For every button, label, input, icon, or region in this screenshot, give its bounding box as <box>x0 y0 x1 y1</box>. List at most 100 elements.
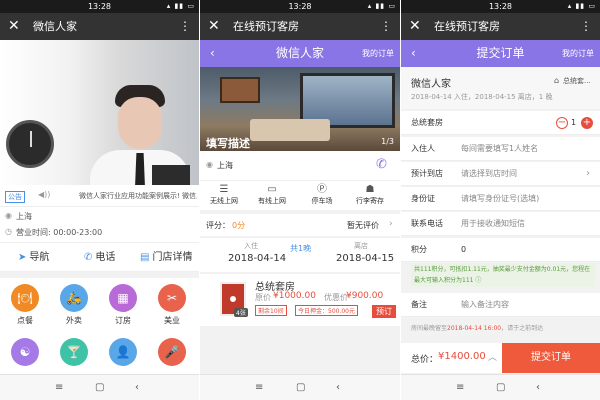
more-icon[interactable]: ⋮ <box>380 13 392 40</box>
phone-button[interactable]: ✆ 电话 <box>84 243 115 273</box>
nights-count: 共1晚 <box>290 244 312 253</box>
phone-label: 联系电话 <box>411 219 443 228</box>
keep-note-suffix: ，请于之前到达 <box>501 325 544 332</box>
orig-price-label: 原价 <box>255 293 271 302</box>
status-bar: 13:28 ▴ ▮▮ ▭ <box>200 0 400 13</box>
location-icon: ◉ <box>206 160 213 169</box>
store-icon: ▤ <box>140 252 150 263</box>
navigate-button[interactable]: ➤ 导航 <box>18 243 49 273</box>
my-orders-link[interactable]: 我的订单 <box>562 40 594 67</box>
arrival-time-field[interactable]: 预计到店 请选择到店时间 › <box>401 162 600 186</box>
photo-count: 4张 <box>234 308 248 317</box>
grid-item-yoga[interactable]: ☯ <box>1 338 49 369</box>
arrival-placeholder: 请选择到店时间 <box>461 169 517 178</box>
microphone-icon: 🎤 <box>158 338 186 366</box>
back-icon[interactable]: ‹ <box>411 40 416 67</box>
phone-room-detail: 13:28 ▴ ▮▮ ▭ ✕ 在线预订客房 ⋮ 微信人家 ‹ 我的订单 填写描述… <box>200 0 400 400</box>
grid-item-takeout[interactable]: 🛵 外卖 <box>50 284 98 326</box>
menu-nav-icon[interactable]: ≡ <box>55 375 63 400</box>
status-bar: 13:28 ▴ ▮▮ ▭ <box>401 0 600 13</box>
orig-price: ¥1000.00 <box>273 291 316 301</box>
parking-icon: Ⓟ <box>317 184 327 195</box>
amenity-label: 停车场 <box>311 197 333 205</box>
my-orders-link[interactable]: 我的订单 <box>362 40 394 67</box>
deposit-tag: 今日押金：500.00元 <box>295 305 358 316</box>
location-row[interactable]: ◉ 上海 ✆ <box>200 151 400 180</box>
back-icon[interactable]: ‹ <box>210 40 215 67</box>
checkin-date[interactable]: 2018-04-14 <box>228 253 286 264</box>
amenity-wifi: ☰ 无线上网 <box>204 184 244 206</box>
grid-item-ktv[interactable]: 🎤 <box>148 338 196 369</box>
book-button[interactable]: 预订 <box>372 305 396 318</box>
wifi-icon: ☰ <box>219 184 229 195</box>
back-nav-icon[interactable]: ‹ <box>536 375 540 400</box>
more-icon[interactable]: ⋮ <box>580 13 592 40</box>
clock-image <box>6 120 54 168</box>
grid-item-beauty[interactable]: ✂ 美业 <box>148 284 196 326</box>
chevron-up-icon[interactable]: ︿ <box>488 350 497 363</box>
rating-value: 0分 <box>232 221 246 230</box>
id-card-field[interactable]: 身份证 请填写身份证号(选填) <box>401 187 600 211</box>
stay-info: 2018-04-14 入住，2018-04-15 离店，1 晚 <box>411 93 553 101</box>
grid-item-member[interactable]: 👤 <box>99 338 147 369</box>
rating-row[interactable]: 评分： 0分 暂无评价 › <box>200 214 400 236</box>
close-icon[interactable]: ✕ <box>8 13 20 40</box>
banner-image[interactable] <box>0 40 199 226</box>
store-hours: 营业时间: 00:00-23:00 <box>16 228 103 237</box>
plus-button[interactable]: + <box>581 117 593 129</box>
submit-order-button[interactable]: 提交订单 <box>502 343 600 373</box>
id-label: 身份证 <box>411 194 435 203</box>
signal-battery-icon: ▴ ▮▮ ▭ <box>367 2 396 10</box>
home-nav-icon[interactable]: ▢ <box>296 375 305 400</box>
grid-item-bar[interactable]: 🍸 <box>50 338 98 369</box>
close-icon[interactable]: ✕ <box>208 13 220 40</box>
phone-field[interactable]: 联系电话 用于接收通知短信 <box>401 212 600 236</box>
minus-button[interactable]: − <box>556 117 568 129</box>
home-nav-icon[interactable]: ▢ <box>496 375 505 400</box>
photo-caption: 填写描述 <box>206 137 250 150</box>
order-summary: 微信人家 ⌂ 总统套... 2018-04-14 入住，2018-04-15 离… <box>401 67 600 109</box>
grid-label: 外卖 <box>66 316 82 325</box>
signal-battery-icon: ▴ ▮▮ ▭ <box>567 2 596 10</box>
rooms-left-tag: 剩余10间 <box>255 305 287 316</box>
close-icon[interactable]: ✕ <box>409 13 421 40</box>
keep-note-time: 2018-04-14 16:00 <box>447 325 502 332</box>
system-nav-bar: ≡ ▢ ‹ <box>200 374 400 400</box>
sale-price: ¥900.00 <box>346 291 384 301</box>
grid-item-ordering[interactable]: 🍽 点餐 <box>1 284 49 326</box>
title-bar: ✕ 微信人家 ⋮ <box>0 13 199 40</box>
monitor-icon: ▭ <box>267 184 277 195</box>
arrival-label: 预计到店 <box>411 169 443 178</box>
scissors-icon: ✂ <box>158 284 186 312</box>
menu-nav-icon[interactable]: ≡ <box>255 375 263 400</box>
phone-icon[interactable]: ✆ <box>376 157 387 172</box>
remark-field[interactable]: 备注 输入备注内容 <box>401 293 600 317</box>
navigate-icon: ➤ <box>18 252 27 263</box>
checkout-date[interactable]: 2018-04-15 <box>336 253 394 264</box>
speaker-icon: ◀)) <box>38 190 51 199</box>
menu-nav-icon[interactable]: ≡ <box>456 375 464 400</box>
points-field[interactable]: 积分 0 <box>401 238 600 262</box>
grid-item-booking[interactable]: ▦ 订房 <box>99 284 147 326</box>
remark-label: 备注 <box>411 300 427 309</box>
navigate-label: 导航 <box>29 252 50 263</box>
grid-label: 点餐 <box>17 316 33 325</box>
points-label: 积分 <box>411 245 427 254</box>
status-time: 13:28 <box>288 2 312 11</box>
more-icon[interactable]: ⋮ <box>179 13 191 40</box>
back-nav-icon[interactable]: ‹ <box>135 375 139 400</box>
notice-row[interactable]: 公告 ◀)) 微信人家行业应用功能案例展示! 微信人家 <box>0 185 199 207</box>
checkin-label: 入住 <box>244 242 258 250</box>
total-label: 总价： <box>411 355 439 365</box>
room-short-name: 总统套... <box>563 77 591 85</box>
room-card[interactable]: 4张 总统套房 原价 ¥1000.00 优惠价 ¥900.00 剩余10间 今日… <box>200 274 400 326</box>
date-row[interactable]: 入住 2018-04-14 共1晚 离店 2018-04-15 <box>200 238 400 272</box>
back-nav-icon[interactable]: ‹ <box>336 375 340 400</box>
rating-label: 评分： <box>206 221 230 230</box>
chevron-right-icon: › <box>586 168 590 179</box>
grid-label: 美业 <box>164 316 180 325</box>
home-nav-icon[interactable]: ▢ <box>95 375 104 400</box>
guest-name-field[interactable]: 入住人 每间需要填写1人姓名 <box>401 137 600 161</box>
store-details-button[interactable]: ▤ 门店详情 <box>140 243 192 273</box>
status-time: 13:28 <box>87 2 112 11</box>
